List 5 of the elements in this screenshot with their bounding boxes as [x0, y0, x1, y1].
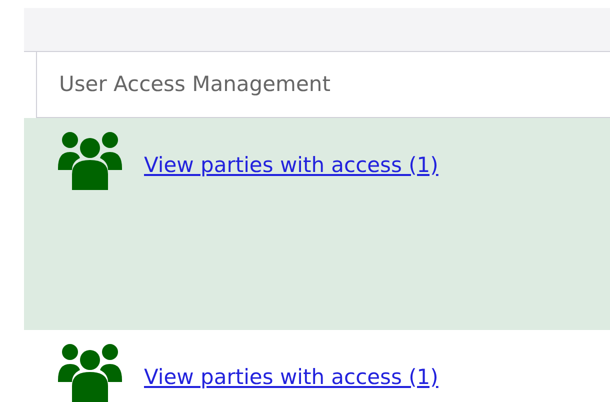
people-group-icon	[58, 342, 122, 402]
people-group-icon	[58, 130, 122, 190]
parties-link[interactable]: View parties with access (1)	[144, 362, 438, 394]
parties-link[interactable]: View parties with access (1)	[144, 150, 438, 182]
column-header: User Access Management	[59, 70, 330, 98]
